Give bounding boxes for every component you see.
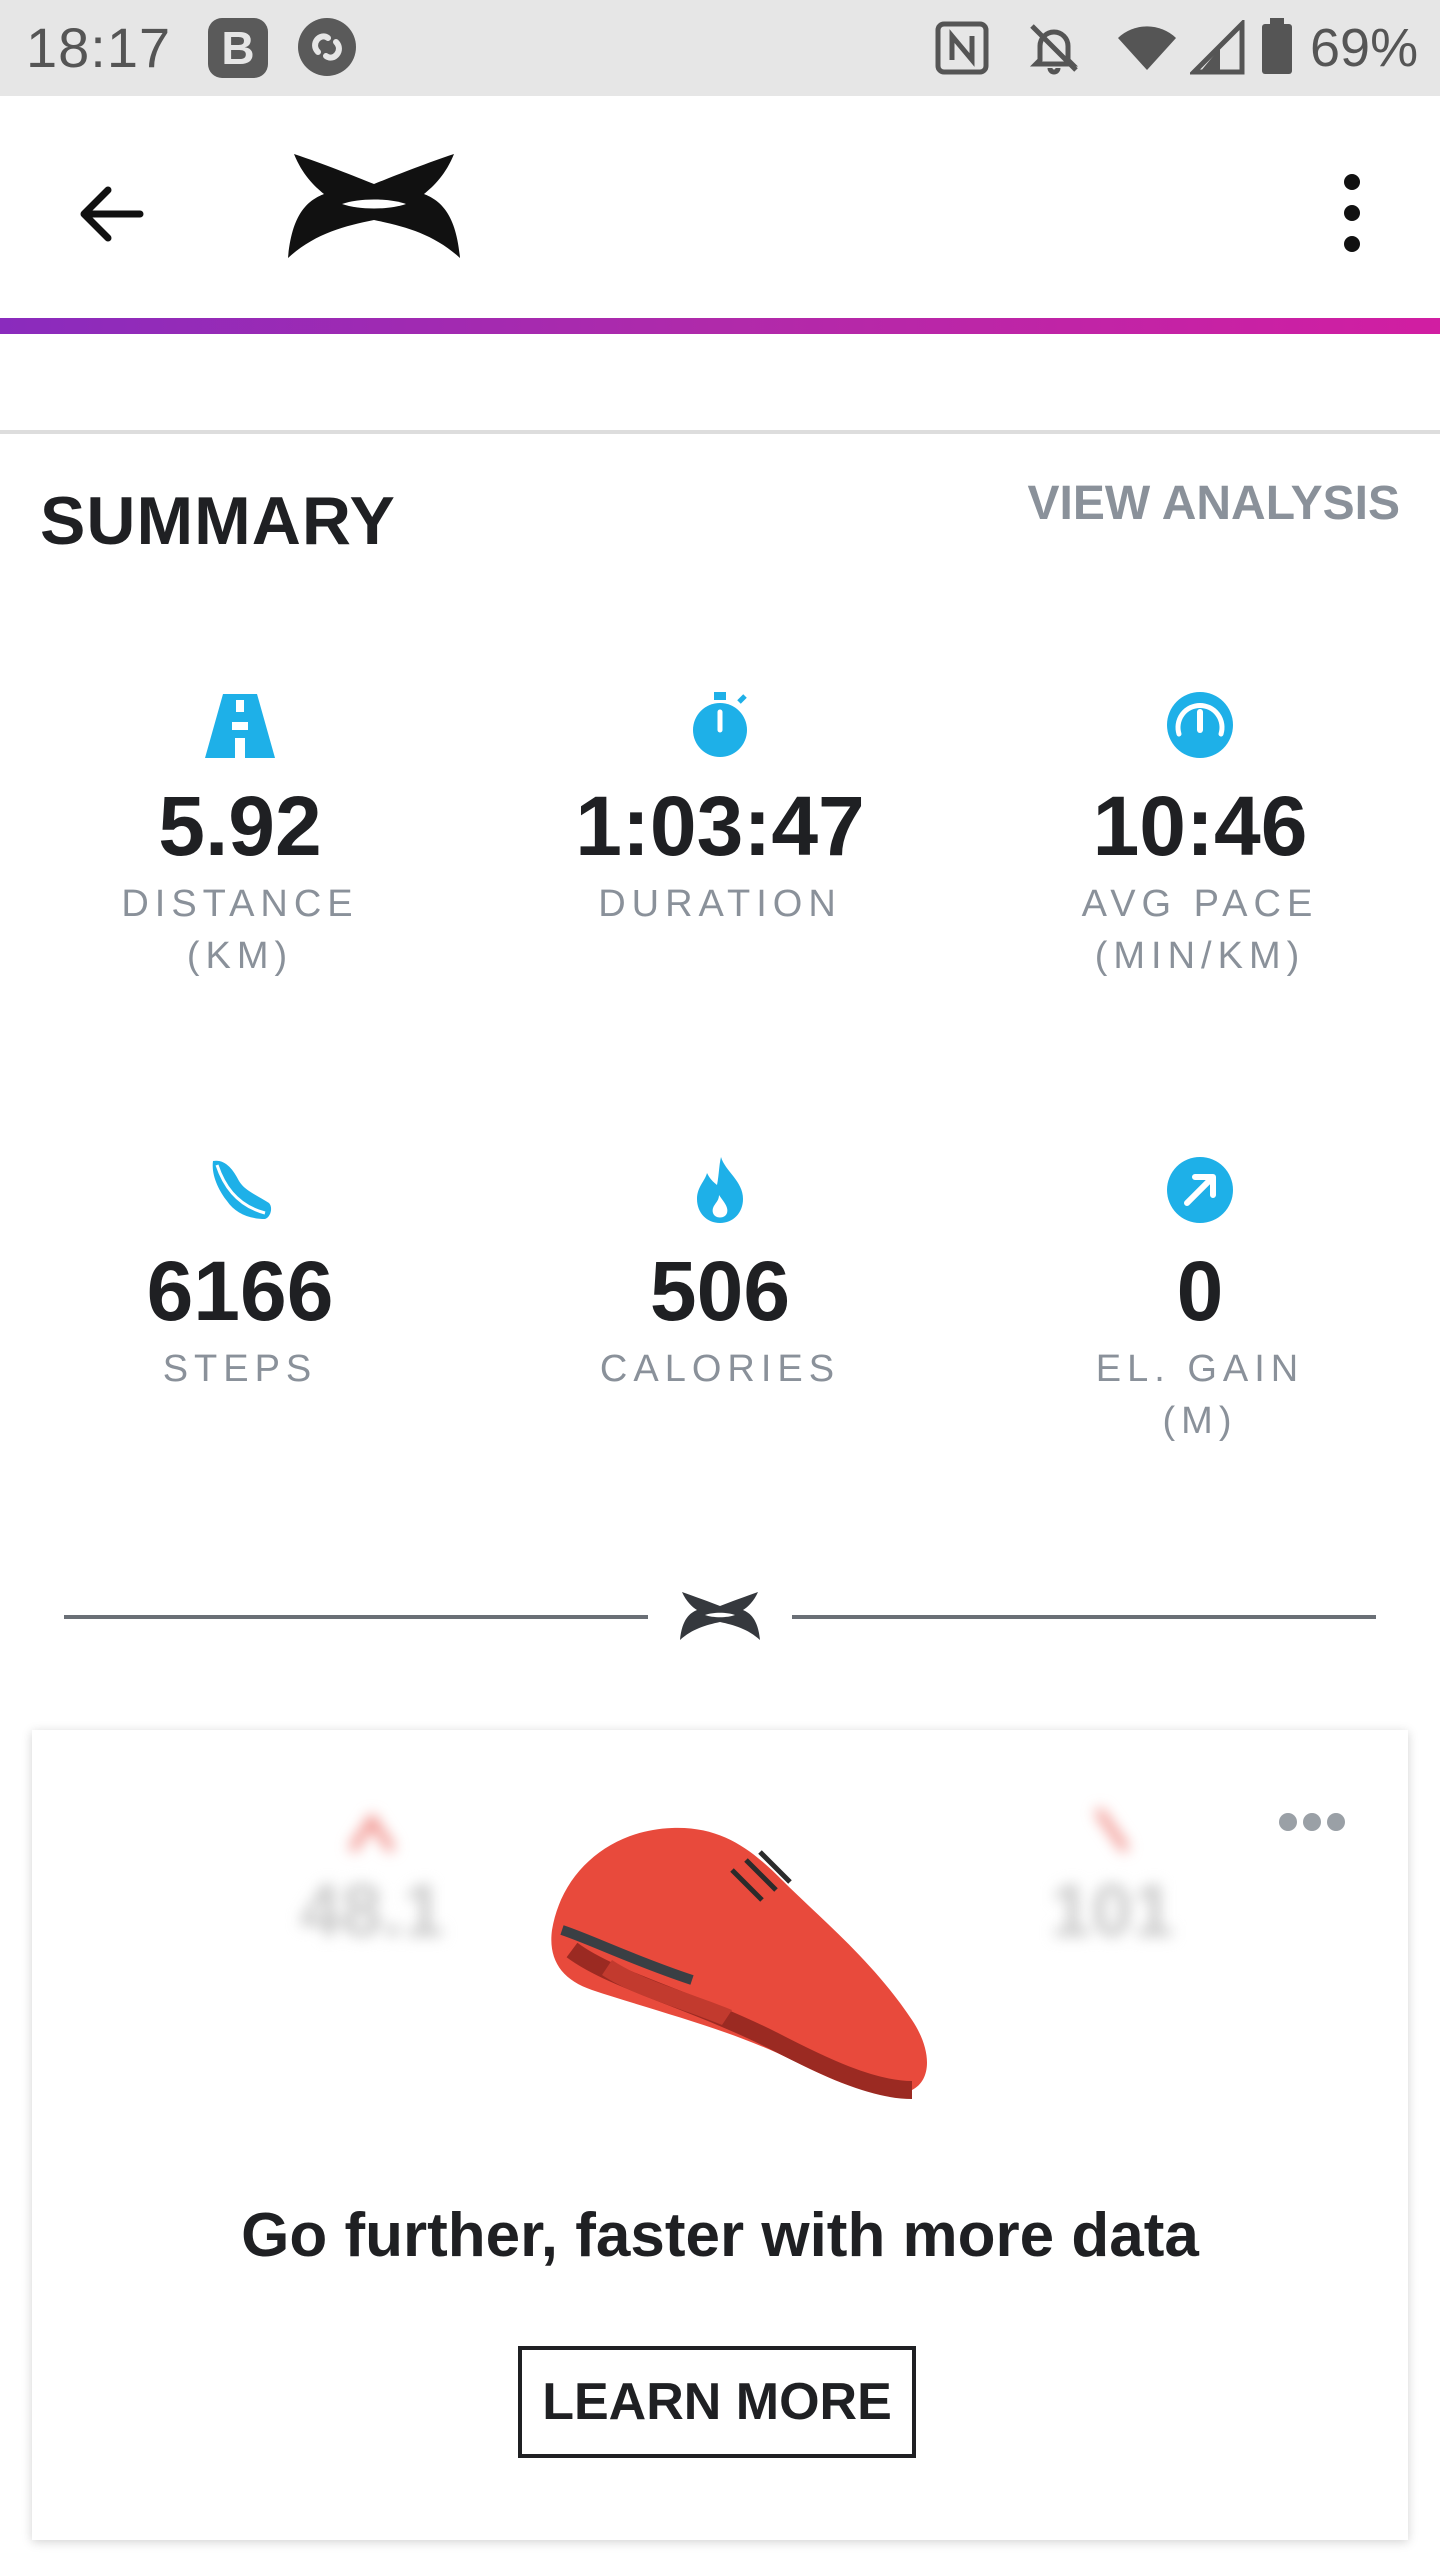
under-armour-logo bbox=[288, 154, 460, 258]
stat-calories: 506 CALORIES bbox=[500, 1155, 940, 1395]
calories-value: 506 bbox=[649, 1244, 791, 1338]
elevation-gain-label: EL. GAIN (M) bbox=[1095, 1348, 1305, 1442]
flame-icon bbox=[697, 1157, 743, 1223]
stopwatch-icon bbox=[693, 692, 747, 757]
blurred-stat-left: 48.1 bbox=[212, 1800, 532, 1953]
duration-label: DURATION bbox=[598, 883, 842, 925]
stat-duration: 1:03:47 DURATION bbox=[500, 690, 940, 930]
shoe-icon bbox=[212, 1160, 272, 1219]
speedometer-icon bbox=[1167, 692, 1233, 758]
calories-label: CALORIES bbox=[599, 1348, 841, 1390]
promo-card: 48.1 101 Go further, faster with more da… bbox=[32, 1730, 1408, 2540]
status-bar: 18:17 B 69% bbox=[0, 0, 1440, 96]
avg-pace-value: 10:46 bbox=[1092, 779, 1308, 873]
battery-icon bbox=[1262, 18, 1292, 74]
blurred-stat-value: 101 bbox=[1050, 1869, 1174, 1952]
separator-line-left bbox=[64, 1615, 648, 1619]
steps-value: 6166 bbox=[146, 1244, 334, 1338]
signal-icon bbox=[1190, 20, 1245, 75]
b-app-icon: B bbox=[208, 18, 268, 78]
accent-gradient-bar bbox=[0, 318, 1440, 334]
stat-elevation-gain: 0 EL. GAIN (M) bbox=[980, 1155, 1420, 1447]
blurred-stat-icon bbox=[1094, 1807, 1130, 1853]
blurred-stat-right: 101 bbox=[952, 1800, 1272, 1953]
blurred-stat-value: 48.1 bbox=[299, 1869, 445, 1952]
stat-steps: 6166 STEPS bbox=[20, 1155, 460, 1395]
elevation-gain-value: 0 bbox=[1176, 1244, 1224, 1338]
running-shoe-image bbox=[551, 1827, 927, 2099]
back-arrow-icon[interactable] bbox=[70, 172, 154, 256]
duration-value: 1:03:47 bbox=[575, 779, 865, 873]
more-vert-icon[interactable] bbox=[1320, 170, 1384, 256]
separator-line-right bbox=[792, 1615, 1376, 1619]
wifi-icon bbox=[1118, 26, 1176, 70]
mute-icon bbox=[1029, 24, 1079, 75]
learn-more-button[interactable]: LEARN MORE bbox=[518, 2346, 916, 2458]
distance-label: DISTANCE (KM) bbox=[121, 883, 359, 977]
shazam-icon bbox=[298, 18, 356, 76]
road-icon bbox=[205, 694, 275, 758]
battery-percent: 69% bbox=[1310, 18, 1419, 78]
under-armour-small-logo bbox=[680, 1592, 760, 1640]
blurred-stat-icon bbox=[348, 1812, 396, 1853]
promo-headline: Go further, faster with more data bbox=[241, 2201, 1199, 2270]
avg-pace-label: AVG PACE (MIN/KM) bbox=[1081, 883, 1319, 977]
distance-value: 5.92 bbox=[158, 779, 322, 873]
arrow-up-right-icon bbox=[1167, 1157, 1233, 1223]
view-analysis-link[interactable]: VIEW ANALYSIS bbox=[1027, 476, 1400, 531]
summary-title: SUMMARY bbox=[40, 483, 396, 559]
divider bbox=[0, 430, 1440, 434]
stat-distance: 5.92 DISTANCE (KM) bbox=[20, 690, 460, 982]
more-horiz-icon[interactable] bbox=[1276, 1810, 1348, 1834]
steps-label: STEPS bbox=[162, 1348, 318, 1390]
app-bar bbox=[0, 96, 1440, 318]
status-time: 18:17 bbox=[26, 16, 172, 79]
nfc-icon bbox=[935, 21, 989, 75]
stat-avg-pace: 10:46 AVG PACE (MIN/KM) bbox=[980, 690, 1420, 982]
